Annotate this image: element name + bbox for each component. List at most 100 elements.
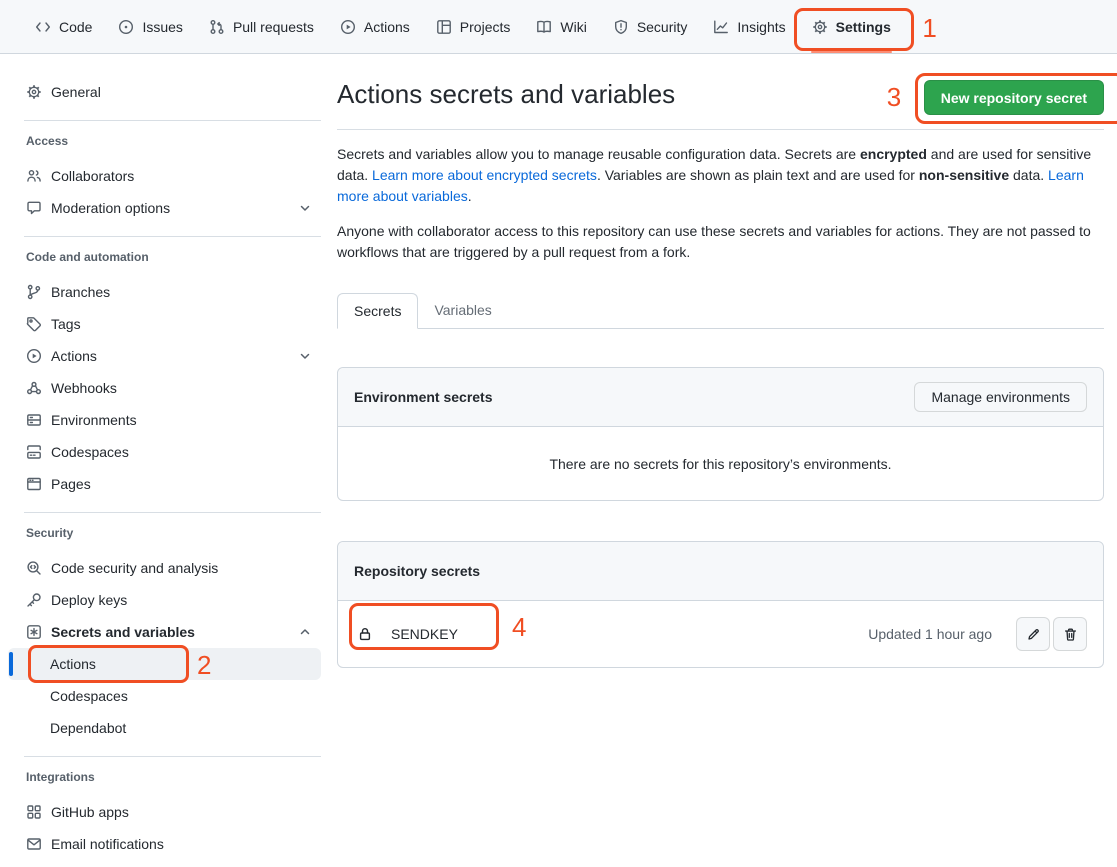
sidebar-item-label: Moderation options (51, 200, 170, 216)
page-title: Actions secrets and variables (337, 78, 675, 110)
sidebar-item-deploy-keys[interactable]: Deploy keys (8, 584, 321, 616)
book-icon (536, 19, 552, 35)
sidebar-item-label: Pages (51, 476, 91, 492)
nav-tab-label: Security (637, 19, 688, 35)
manage-environments-button[interactable]: Manage environments (914, 382, 1087, 412)
desc-bold-encrypted: encrypted (860, 146, 927, 162)
new-secret-button-wrap: New repository secret 3 (924, 80, 1104, 115)
nav-tab-issues[interactable]: Issues (109, 0, 191, 53)
nav-tab-label: Projects (460, 19, 511, 35)
sidebar-item-code-security[interactable]: Code security and analysis (8, 552, 321, 584)
desc-bold-non-sensitive: non-sensitive (919, 167, 1009, 183)
nav-tab-security[interactable]: Security (604, 0, 697, 53)
sidebar-item-tags[interactable]: Tags (8, 308, 321, 340)
trash-icon (1063, 627, 1078, 642)
sidebar-item-moderation-options[interactable]: Moderation options (8, 192, 321, 224)
sidebar-item-label: Collaborators (51, 168, 134, 184)
sidebar-item-branches[interactable]: Branches (8, 276, 321, 308)
sidebar-subitem-codespaces[interactable]: Codespaces (8, 680, 321, 712)
settings-layout: General Access Collaborators Moderation … (0, 54, 1117, 860)
nav-tab-projects[interactable]: Projects (427, 0, 520, 53)
annotation-number-2: 2 (197, 652, 211, 678)
nav-tab-insights[interactable]: Insights (704, 0, 794, 53)
sidebar-item-secrets-and-variables[interactable]: Secrets and variables (8, 616, 321, 648)
sidebar-item-label: Codespaces (50, 688, 128, 704)
apps-icon (26, 804, 42, 820)
sidebar-item-label: Codespaces (51, 444, 129, 460)
codespaces-icon (26, 444, 42, 460)
chevron-up-icon (297, 624, 313, 640)
nav-tab-pull-requests[interactable]: Pull requests (200, 0, 323, 53)
pencil-icon (1026, 627, 1041, 642)
sidebar-item-label: Webhooks (51, 380, 117, 396)
annotation-number-3: 3 (887, 84, 901, 110)
sidebar-item-label: Email notifications (51, 836, 164, 852)
environment-secrets-empty-text: There are no secrets for this repository… (338, 427, 1103, 500)
secret-row-sendkey: SENDKEY Updated 1 hour ago 4 (338, 601, 1103, 667)
github-repo-settings-page: Code Issues Pull requests Actions Projec… (0, 0, 1117, 867)
settings-sidebar: General Access Collaborators Moderation … (0, 54, 337, 860)
environment-secrets-header: Environment secrets Manage environments (338, 368, 1103, 427)
tab-secrets[interactable]: Secrets (337, 293, 418, 329)
nav-tab-label: Insights (737, 19, 785, 35)
sidebar-item-general[interactable]: General (8, 76, 321, 108)
play-icon (340, 19, 356, 35)
sidebar-item-label: Dependabot (50, 720, 126, 736)
sidebar-item-label: Tags (51, 316, 81, 332)
environment-secrets-title: Environment secrets (354, 389, 493, 405)
chevron-down-icon (297, 200, 313, 216)
sidebar-divider (24, 120, 321, 121)
active-tab-underline (811, 51, 892, 53)
secret-updated-timestamp: Updated 1 hour ago (868, 626, 992, 642)
sidebar-item-codespaces[interactable]: Codespaces (8, 436, 321, 468)
sidebar-item-webhooks[interactable]: Webhooks (8, 372, 321, 404)
lock-icon (357, 626, 373, 642)
webhook-icon (26, 380, 42, 396)
sidebar-item-label: Actions (51, 348, 97, 364)
annotation-number-1: 1 (922, 15, 936, 41)
mail-icon (26, 836, 42, 852)
sidebar-item-label: General (51, 84, 101, 100)
sidebar-divider (24, 236, 321, 237)
sidebar-item-collaborators[interactable]: Collaborators (8, 160, 321, 192)
nav-tab-code[interactable]: Code (26, 0, 101, 53)
key-icon (26, 592, 42, 608)
repository-secrets-header: Repository secrets (338, 542, 1103, 601)
edit-secret-button[interactable] (1016, 617, 1050, 651)
repo-nav: Code Issues Pull requests Actions Projec… (0, 0, 1117, 54)
nav-tab-actions[interactable]: Actions (331, 0, 419, 53)
sidebar-item-label: GitHub apps (51, 804, 129, 820)
environment-secrets-box: Environment secrets Manage environments … (337, 367, 1104, 501)
play-icon (26, 348, 42, 364)
desc-text: Secrets and variables allow you to manag… (337, 146, 860, 162)
sidebar-item-label: Secrets and variables (51, 624, 195, 640)
description-paragraph-2: Anyone with collaborator access to this … (337, 221, 1104, 263)
sidebar-item-label: Branches (51, 284, 110, 300)
secret-name: SENDKEY (391, 626, 458, 642)
people-icon (26, 168, 42, 184)
sidebar-item-label: Environments (51, 412, 137, 428)
sidebar-item-github-apps[interactable]: GitHub apps (8, 796, 321, 828)
tab-variables[interactable]: Variables (418, 293, 507, 328)
nav-tab-wiki[interactable]: Wiki (527, 0, 595, 53)
sidebar-section-integrations: Integrations (8, 770, 321, 784)
link-learn-more-encrypted-secrets[interactable]: Learn more about encrypted secrets (372, 167, 597, 183)
sidebar-divider (24, 512, 321, 513)
sidebar-item-label: Actions (50, 656, 96, 672)
nav-tab-settings[interactable]: Settings 1 (803, 0, 900, 53)
nav-tab-label: Pull requests (233, 19, 314, 35)
desc-text: . Variables are shown as plain text and … (597, 167, 919, 183)
sidebar-item-label: Code security and analysis (51, 560, 218, 576)
sidebar-item-actions[interactable]: Actions (8, 340, 321, 372)
chevron-down-icon (297, 348, 313, 364)
sidebar-subitem-actions[interactable]: Actions 2 (8, 648, 321, 680)
sidebar-item-pages[interactable]: Pages (8, 468, 321, 500)
git-pull-request-icon (209, 19, 225, 35)
sidebar-item-email-notifications[interactable]: Email notifications (8, 828, 321, 860)
table-icon (436, 19, 452, 35)
sidebar-subitem-dependabot[interactable]: Dependabot (8, 712, 321, 744)
nav-tab-label: Issues (142, 19, 182, 35)
delete-secret-button[interactable] (1053, 617, 1087, 651)
new-repository-secret-button[interactable]: New repository secret (924, 80, 1104, 115)
sidebar-item-environments[interactable]: Environments (8, 404, 321, 436)
